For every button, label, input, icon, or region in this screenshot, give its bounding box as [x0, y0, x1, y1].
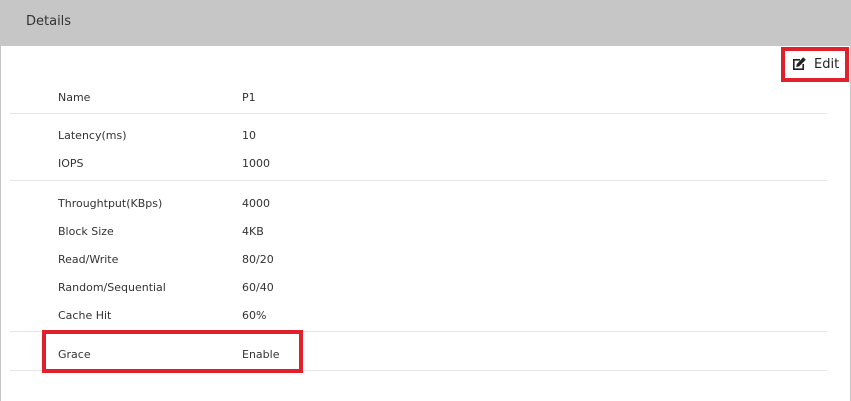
- field-value: 60%: [242, 309, 267, 322]
- detail-row-random-sequential: Random/Sequential 60/40: [1, 278, 851, 298]
- detail-row-throughput: Throughtput(KBps) 4000: [1, 194, 851, 214]
- field-label: Throughtput(KBps): [58, 197, 163, 210]
- detail-row-iops: IOPS 1000: [1, 154, 851, 174]
- field-label: Name: [58, 91, 91, 104]
- divider: [10, 180, 827, 181]
- field-value: 4000: [242, 197, 270, 210]
- detail-row-read-write: Read/Write 80/20: [1, 250, 851, 270]
- field-value: 4KB: [242, 225, 264, 238]
- edit-icon: [793, 57, 806, 70]
- field-label: Read/Write: [58, 253, 119, 266]
- detail-row-block-size: Block Size 4KB: [1, 222, 851, 242]
- detail-row-cache-hit: Cache Hit 60%: [1, 306, 851, 326]
- field-label: IOPS: [58, 157, 84, 170]
- field-label: Latency(ms): [58, 129, 127, 142]
- field-label: Cache Hit: [58, 309, 112, 322]
- detail-row-latency: Latency(ms) 10: [1, 126, 851, 146]
- field-value: 10: [242, 129, 256, 142]
- field-label: Grace: [58, 348, 91, 361]
- field-value: 1000: [242, 157, 270, 170]
- divider: [10, 113, 827, 114]
- divider: [10, 331, 827, 332]
- divider: [10, 370, 827, 371]
- panel-header: Details: [1, 0, 851, 46]
- edit-button[interactable]: Edit: [781, 47, 849, 82]
- field-value: 80/20: [242, 253, 274, 266]
- detail-row-grace: Grace Enable: [1, 345, 851, 365]
- edit-button-label: Edit: [814, 57, 840, 72]
- details-panel: Details Edit Name P1 Latency(ms) 10 IOPS…: [0, 0, 851, 401]
- field-value: Enable: [242, 348, 280, 361]
- field-value: 60/40: [242, 281, 274, 294]
- field-value: P1: [242, 91, 256, 104]
- detail-row-name: Name P1: [1, 88, 851, 108]
- field-label: Random/Sequential: [58, 281, 166, 294]
- panel-title: Details: [26, 14, 72, 29]
- field-label: Block Size: [58, 225, 114, 238]
